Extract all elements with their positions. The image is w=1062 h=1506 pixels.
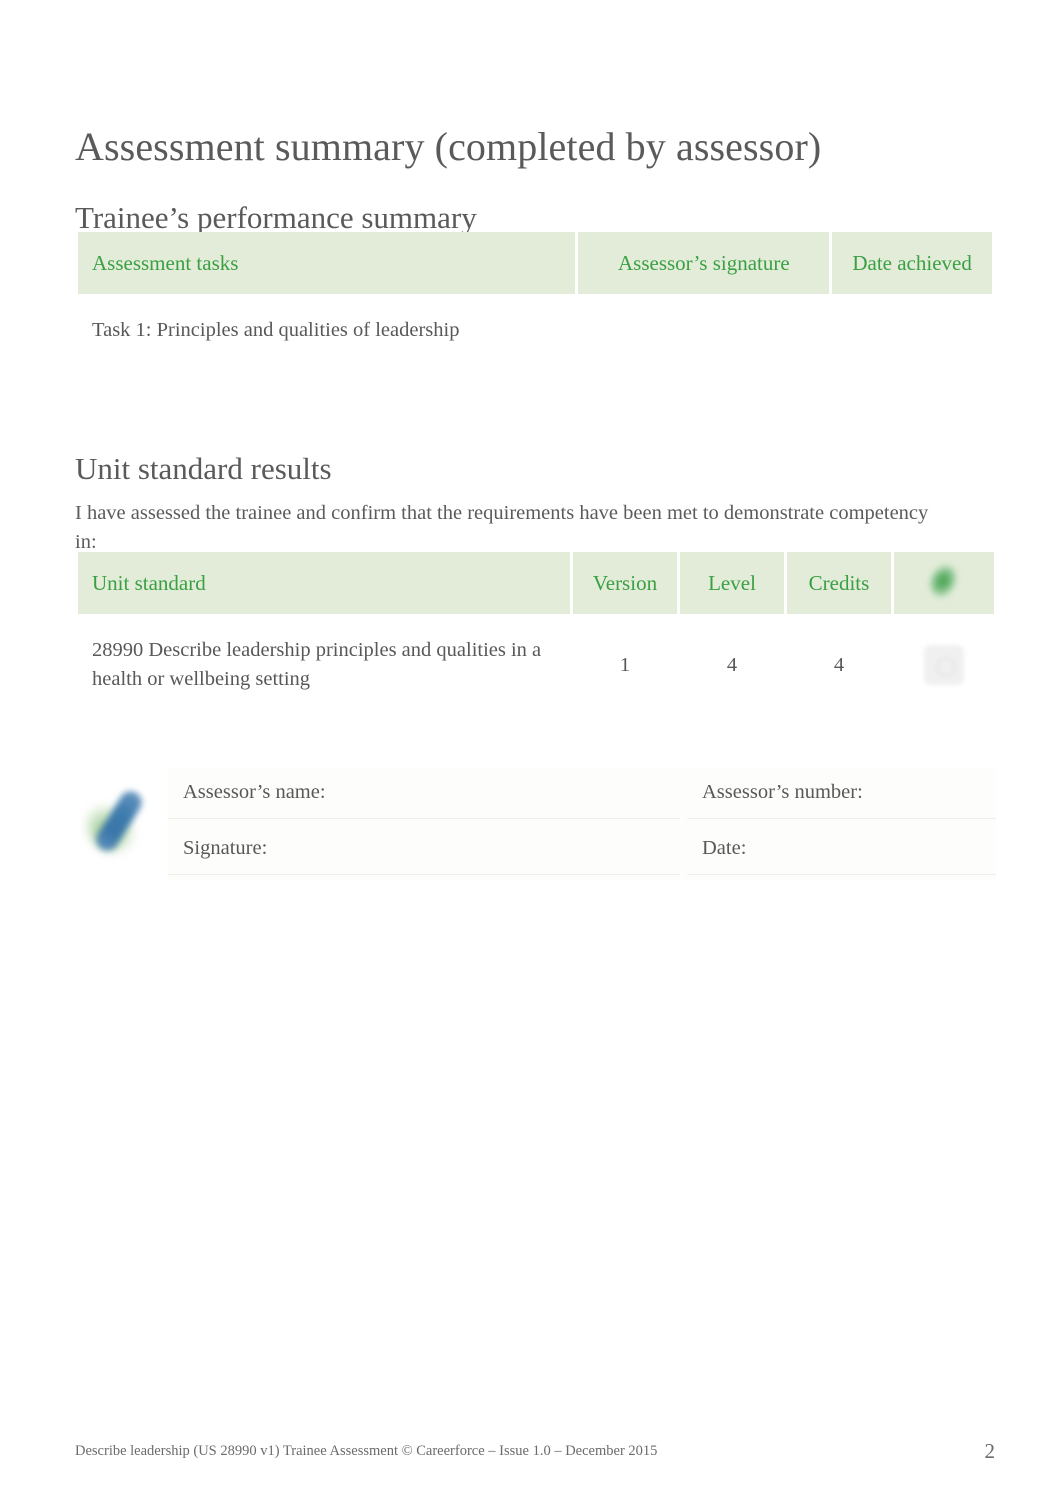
section-heading-unit-standard-results: Unit standard results	[75, 450, 332, 486]
cell-assessor-signature[interactable]	[578, 297, 830, 363]
table-row: Task 1: Principles and qualities of lead…	[78, 297, 992, 363]
column-header-version: Version	[573, 552, 677, 614]
page-title: Assessment summary (completed by assesso…	[75, 123, 822, 169]
pen-tick-icon	[84, 782, 170, 866]
table-header-row: Assessment tasks Assessor’s signature Da…	[78, 232, 992, 294]
signature-field[interactable]: Signature:	[168, 823, 680, 875]
column-header-level: Level	[680, 552, 784, 614]
column-header-date-achieved: Date achieved	[832, 232, 992, 294]
column-header-credits: Credits	[787, 552, 891, 614]
assessors-name-field[interactable]: Assessor’s name:	[168, 767, 680, 819]
unit-results-intro-text: I have assessed the trainee and confirm …	[75, 501, 929, 553]
footer-text: Describe leadership (US 28990 v1) Traine…	[75, 1443, 658, 1459]
page-footer: Describe leadership (US 28990 v1) Traine…	[75, 1439, 996, 1465]
cell-level: 4	[680, 617, 784, 713]
table-header-row: Unit standard Version Level Credits	[78, 552, 994, 614]
cell-assessment-task: Task 1: Principles and qualities of lead…	[78, 297, 576, 363]
table-row: 28990 Describe leadership principles and…	[78, 617, 994, 713]
date-field[interactable]: Date:	[687, 823, 996, 875]
assessor-signature-row: Signature: Date:	[168, 823, 996, 875]
cell-credits: 4	[787, 617, 891, 713]
assessor-identity-row: Assessor’s name: Assessor’s number:	[168, 767, 996, 819]
page-number: 2	[984, 1439, 996, 1463]
column-header-assessment-tasks: Assessment tasks	[78, 232, 576, 294]
column-header-achieved-mark	[894, 552, 994, 614]
performance-summary-table: Assessment tasks Assessor’s signature Da…	[75, 229, 995, 366]
column-header-unit-standard: Unit standard	[78, 552, 570, 614]
unit-standard-results-table: Unit standard Version Level Credits 2899…	[75, 549, 997, 716]
cell-achieved-mark[interactable]	[894, 617, 994, 713]
column-header-assessors-signature: Assessor’s signature	[578, 232, 830, 294]
assessors-number-field[interactable]: Assessor’s number:	[687, 767, 996, 819]
assessor-signoff-block: Assessor’s name: Assessor’s number: Sign…	[168, 767, 996, 880]
cell-unit-standard: 28990 Describe leadership principles and…	[78, 617, 570, 713]
cell-version: 1	[573, 617, 677, 713]
document-page: Assessment summary (completed by assesso…	[0, 0, 1062, 1506]
cell-date-achieved[interactable]	[832, 297, 992, 363]
